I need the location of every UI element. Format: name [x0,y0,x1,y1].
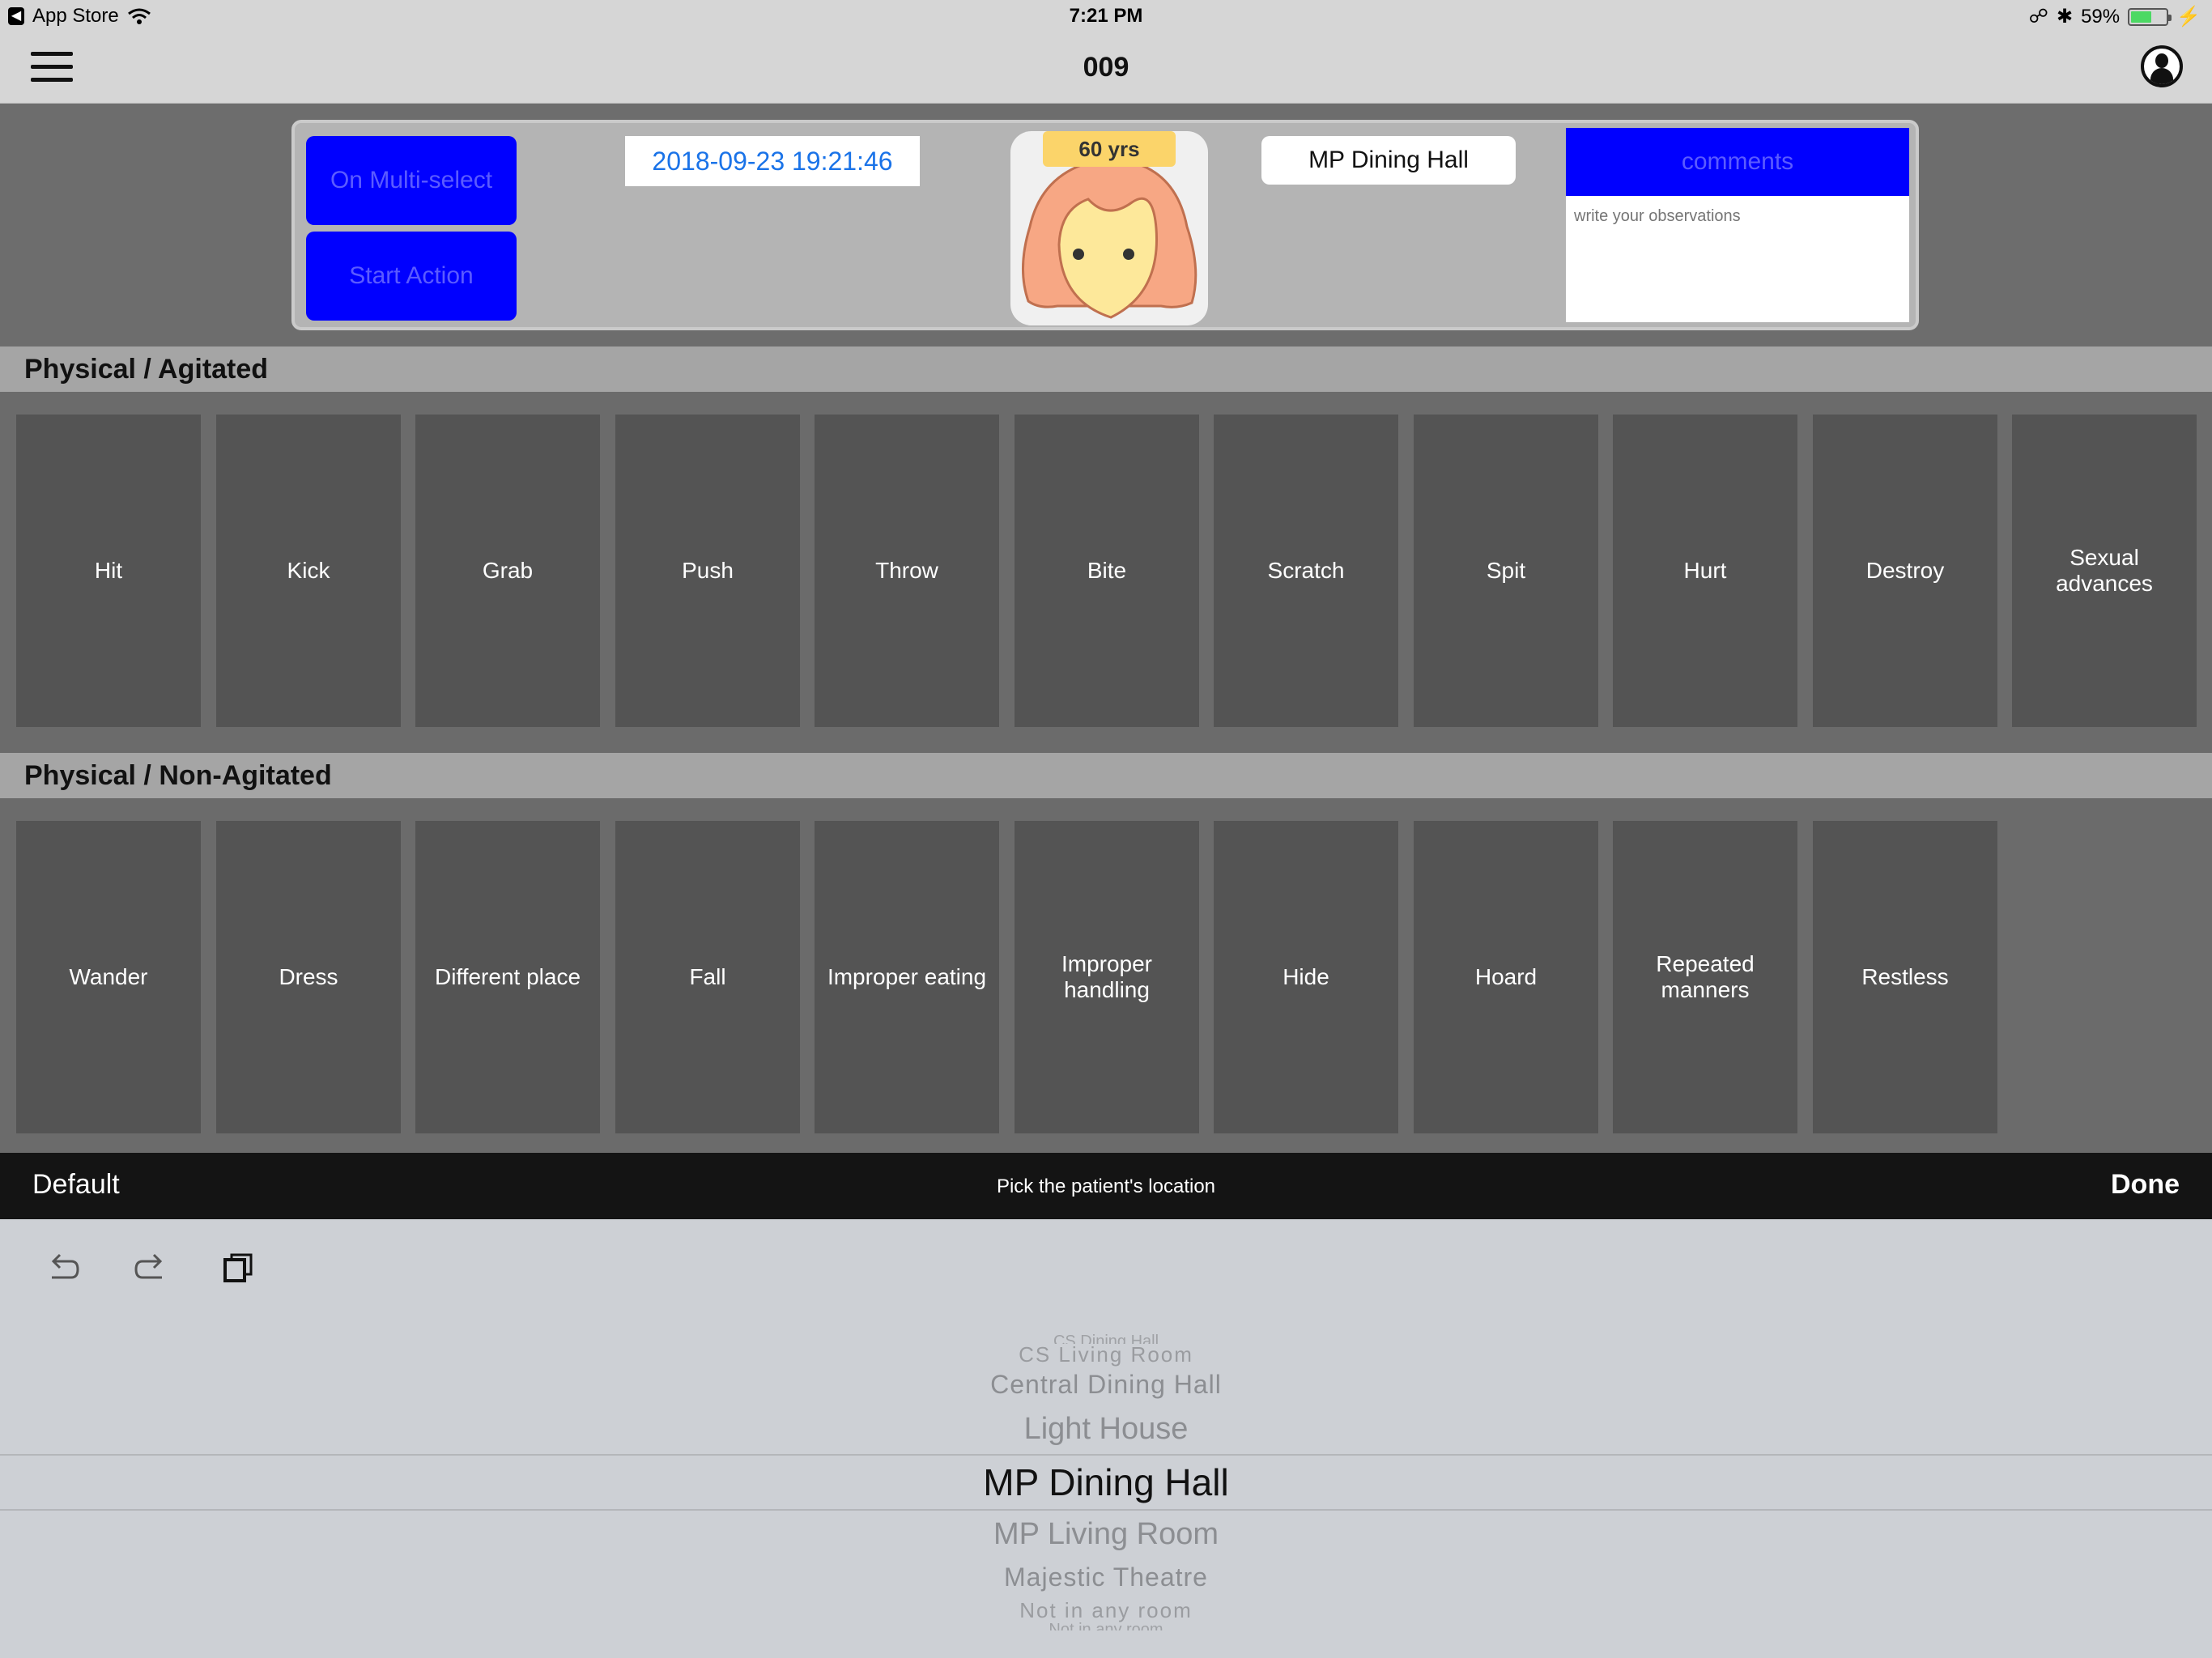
battery-percent: 59% [2081,5,2121,28]
tile-grab[interactable]: Grab [415,414,600,727]
tile-kick[interactable]: Kick [216,414,401,727]
paste-icon[interactable] [219,1248,257,1287]
tile-sexual-advances[interactable]: Sexual advances [2012,414,2197,727]
undo-icon[interactable] [44,1248,83,1287]
battery-fill [2131,11,2151,23]
user-profile-icon[interactable] [2141,45,2183,87]
picker-option[interactable]: Central Dining Hall [0,1370,2212,1400]
location-field[interactable]: MP Dining Hall [1261,136,1516,185]
tile-wander[interactable]: Wander [16,821,201,1133]
orientation-lock-icon: ☍ [2028,6,2048,28]
tile-throw[interactable]: Throw [815,414,999,727]
tile-improper-eating[interactable]: Improper eating [815,821,999,1133]
location-picker[interactable]: CS Dining Hall CS Living Room Central Di… [0,1219,2212,1658]
tile-restless[interactable]: Restless [1813,821,1997,1133]
tile-hit[interactable]: Hit [16,414,201,727]
patient-avatar[interactable]: 60 yrs [1010,131,1208,325]
picker-selected-option[interactable]: MP Dining Hall [0,1460,2212,1504]
tile-spit[interactable]: Spit [1414,414,1598,727]
picker-toolbar: Default Pick the patient's location Done [0,1153,2212,1219]
tile-hoard[interactable]: Hoard [1414,821,1598,1133]
picker-title: Pick the patient's location [996,1175,1216,1197]
comments-input[interactable] [1566,196,1909,322]
comments-box: comments [1566,128,1909,322]
tile-scratch[interactable]: Scratch [1214,414,1398,727]
nav-bar: 009 [0,32,2212,104]
agitated-tiles: Hit Kick Grab Push Throw Bite Scratch Sp… [0,392,2212,753]
picker-option[interactable]: MP Living Room [0,1517,2212,1552]
patient-header-panel: On Multi-select Start Action 2018-09-23 … [291,120,1919,330]
picker-option[interactable]: Not in any room [0,1621,2212,1630]
charging-icon: ⚡ [2176,6,2201,28]
non-agitated-tiles: Wander Dress Different place Fall Improp… [0,798,2212,1159]
done-button[interactable]: Done [2111,1169,2180,1201]
page-title: 009 [1083,52,1129,83]
tile-destroy[interactable]: Destroy [1813,414,1997,727]
tile-fall[interactable]: Fall [615,821,800,1133]
status-right: ☍ ✱ 59% ⚡ [2029,5,2201,28]
datetime-field[interactable]: 2018-09-23 19:21:46 [625,136,920,186]
picker-option[interactable]: Majestic Theatre [0,1562,2212,1592]
tile-repeated-manners[interactable]: Repeated manners [1613,821,1797,1133]
tile-different-place[interactable]: Different place [415,821,600,1133]
picker-option[interactable]: Light House [0,1412,2212,1447]
picker-option[interactable]: CS Living Room [0,1342,2212,1367]
section-title-physical-non-agitated: Physical / Non-Agitated [0,753,2212,798]
tile-improper-handling[interactable]: Improper handling [1015,821,1199,1133]
start-action-button[interactable]: Start Action [306,232,517,321]
redo-icon[interactable] [131,1248,170,1287]
multi-select-button[interactable]: On Multi-select [306,136,517,225]
tile-hurt[interactable]: Hurt [1613,414,1797,727]
tile-bite[interactable]: Bite [1015,414,1199,727]
bluetooth-icon: ✱ [2056,6,2074,28]
tile-dress[interactable]: Dress [216,821,401,1133]
status-time: 7:21 PM [1069,5,1143,27]
tile-hide[interactable]: Hide [1214,821,1398,1133]
patient-header-area: On Multi-select Start Action 2018-09-23 … [0,104,2212,346]
tile-push[interactable]: Push [615,414,800,727]
section-title-physical-agitated: Physical / Agitated [0,346,2212,392]
battery-icon [2128,7,2172,26]
comments-header: comments [1566,128,1909,196]
age-badge: 60 yrs [1043,131,1176,167]
picker-option[interactable]: Not in any room [0,1598,2212,1623]
status-bar: ◀ App Store 7:21 PM ☍ ✱ 59% ⚡ [0,0,2212,32]
